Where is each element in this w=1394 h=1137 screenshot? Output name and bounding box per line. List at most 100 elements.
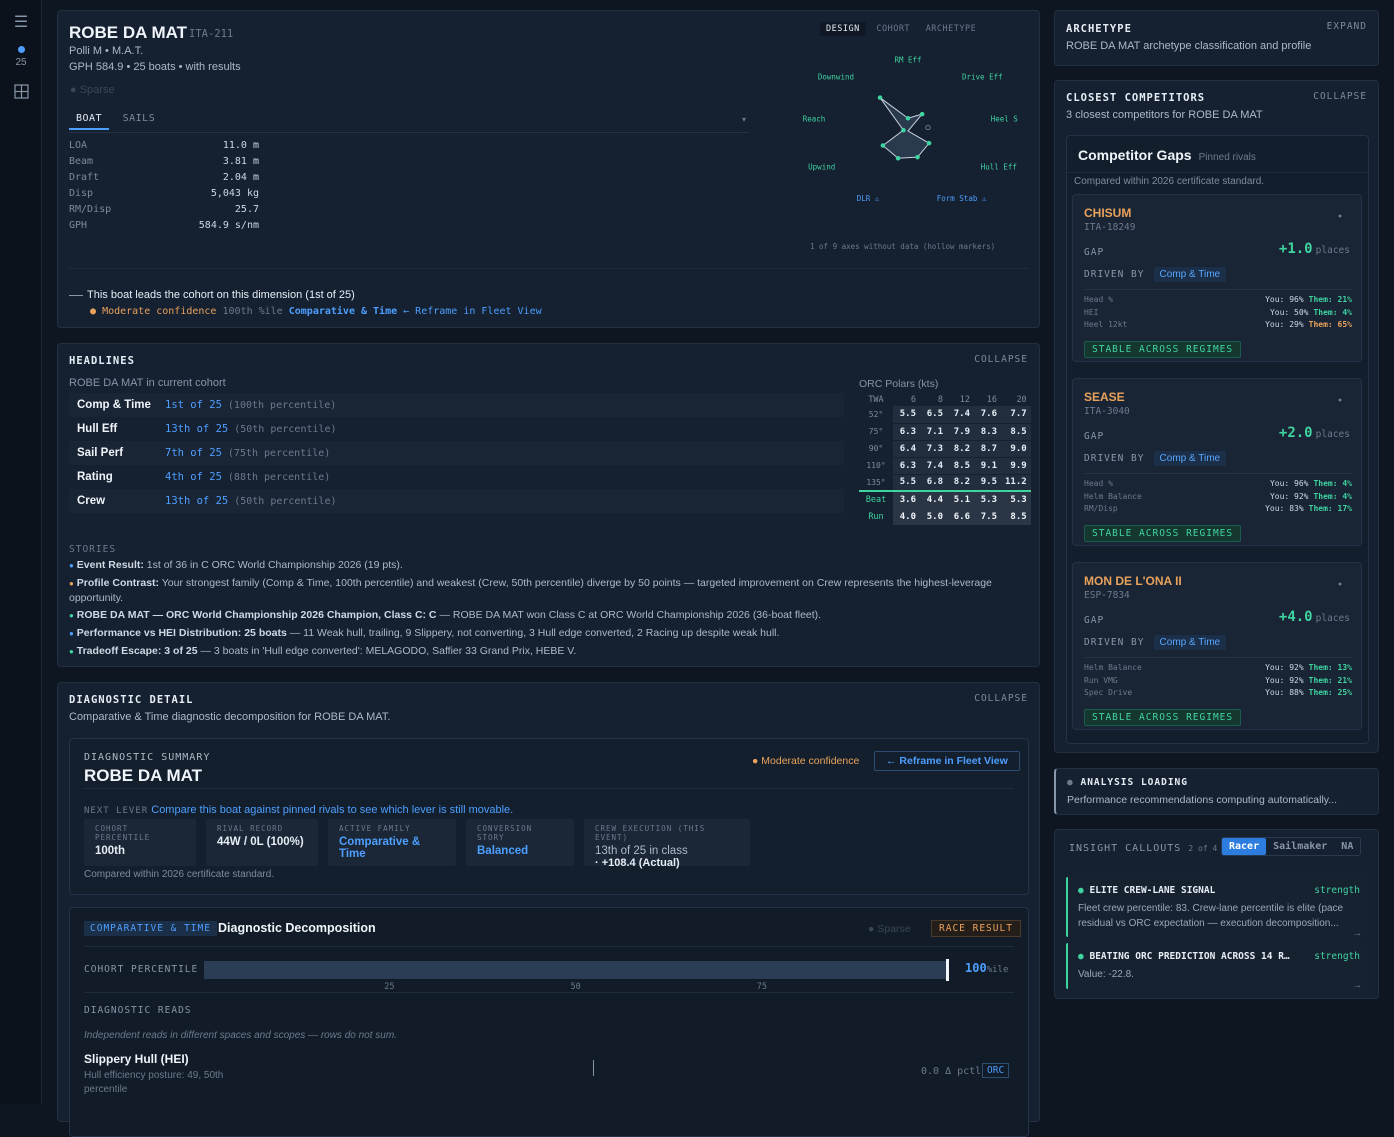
rival-metric-row: RM/Disp You: 83% Them: 17% (1084, 504, 1352, 513)
polars-cell: 8.5 (1001, 423, 1031, 441)
reads-note: Independent reads in different spaces an… (84, 1030, 397, 1041)
driven-by: DRIVEN BY Comp & Time (1084, 267, 1227, 282)
headline-row[interactable]: Hull Eff 13th of 25 (50th percentile) (69, 417, 844, 441)
pin-dot-icon[interactable]: ● (1338, 581, 1342, 588)
menu-icon[interactable]: ☰ (0, 12, 42, 32)
arrow-right-icon[interactable]: → (1352, 980, 1362, 991)
radar-axis-label: RM Eff (894, 56, 921, 65)
tab-archetype[interactable]: ARCHETYPE (921, 22, 982, 36)
driver-tag: Comp & Time (1153, 267, 1227, 282)
driven-by: DRIVEN BY Comp & Time (1084, 451, 1227, 466)
lead-text: This boat leads the cohort on this dimen… (87, 289, 355, 301)
rival-card[interactable]: MON DE L'ONA II ESP-7834 ● GAP +4.0 plac… (1072, 562, 1362, 730)
rival-divider (1084, 473, 1352, 474)
tab-cohort[interactable]: COHORT (871, 22, 915, 36)
story-bold: Profile Contrast: (76, 577, 160, 589)
polars-title: ORC Polars (kts) (859, 378, 939, 390)
story-item: ● Tradeoff Escape: 3 of 25 — 3 boats in … (69, 644, 1019, 659)
rival-sail: ESP-7834 (1084, 590, 1130, 601)
polars-extra-label: Beat (865, 495, 887, 505)
tab-boat[interactable]: BOAT (69, 113, 110, 130)
summary-confidence: ● Moderate confidence (752, 755, 860, 767)
analysis-title: ● ANALYSIS LOADING (1067, 777, 1188, 788)
polars-extra-cell: 7.5 (974, 508, 1001, 525)
decomposition-card: COMPARATIVE & TIME Diagnostic Decomposit… (69, 907, 1029, 1137)
stable-badge: STABLE ACROSS REGIMES (1084, 341, 1242, 358)
mode-racer[interactable]: Racer (1222, 838, 1267, 855)
insight-card[interactable]: ● BEATING ORC PREDICTION ACROSS 14 R… st… (1066, 943, 1368, 991)
lead-meta: ● Moderate confidence 100th %ile Compara… (90, 306, 542, 317)
driver-tag: Comp & Time (1153, 451, 1227, 466)
mode-sailmaker[interactable]: Sailmaker (1266, 838, 1334, 855)
headline-label: Rating (77, 471, 113, 483)
headlines-collapse-button[interactable]: COLLAPSE (974, 354, 1028, 365)
polars-cell: 6.3 (893, 457, 920, 475)
stories-list: ● Event Result: 1st of 36 in C ORC World… (69, 558, 1019, 662)
rival-card[interactable]: SEASE ITA-3040 ● GAP +2.0 places DRIVEN … (1072, 378, 1362, 546)
spec-value: 3.81 m (222, 155, 259, 167)
metric-them: Them: 4% (1313, 479, 1352, 488)
spec-tabs: BOAT SAILS (69, 113, 162, 130)
polars-extra-row: Beat 3.6 4.4 5.1 5.3 5.3 (859, 491, 1031, 508)
polars-row: 52° 5.5 6.5 7.4 7.6 7.7 (859, 406, 1031, 424)
spec-row: GPH 584.9 s/nm (69, 217, 259, 233)
cohort-track (204, 959, 949, 981)
pin-dot-icon[interactable]: ● (1338, 397, 1342, 404)
headline-row[interactable]: Comp & Time 1st of 25 (100th percentile) (69, 393, 844, 417)
story-bold: Performance vs HEI Distribution: 25 boat… (76, 627, 287, 639)
insight-card[interactable]: ● ELITE CREW-LANE SIGNAL strength Fleet … (1066, 877, 1368, 939)
polars-cell: 6.3 (893, 423, 920, 441)
insight-title: ● ELITE CREW-LANE SIGNAL (1078, 885, 1216, 896)
lead-line: This boat leads the cohort on this dimen… (69, 289, 355, 301)
rival-metric-row: Head % You: 96% Them: 21% (1084, 295, 1352, 304)
spec-value: 584.9 s/nm (198, 219, 259, 231)
next-lever-label: NEXT LEVER (84, 806, 149, 816)
story-item: ● Performance vs HEI Distribution: 25 bo… (69, 626, 1019, 641)
metric-you: You: 92% (1265, 663, 1304, 672)
boat-name: ROBE DA MAT (69, 23, 188, 42)
story-item: ● ROBE DA MAT — ORC World Championship 2… (69, 608, 1019, 623)
driver-tag: Comp & Time (1153, 635, 1227, 650)
arrow-right-icon[interactable]: → (1352, 928, 1362, 939)
diagnostic-collapse-button[interactable]: COLLAPSE (974, 693, 1028, 704)
grid-icon[interactable] (0, 84, 42, 102)
headline-row[interactable]: Sail Perf 7th of 25 (75th percentile) (69, 441, 844, 465)
radar-note: 1 of 9 axes without data (hollow markers… (810, 242, 996, 251)
insight-text: Value: -22.8. (1078, 969, 1134, 980)
rival-metric-row: Helm Balance You: 92% Them: 4% (1084, 492, 1352, 501)
polars-extra-cell: 4.4 (920, 491, 947, 508)
archetype-expand-button[interactable]: EXPAND (1327, 21, 1367, 32)
family-link[interactable]: Comparative & Time (289, 306, 397, 317)
gap-value: +4.0 (1278, 609, 1313, 625)
tab-sails[interactable]: SAILS (116, 113, 163, 128)
cohort-value-number: 100 (965, 961, 987, 975)
tab-design[interactable]: DESIGN (820, 22, 866, 36)
insight-kind: strength (1314, 885, 1360, 896)
gap-unit: places (1315, 245, 1350, 256)
metric-key: RM/Disp (1084, 504, 1118, 513)
spec-label: Beam (69, 155, 94, 167)
gaps-note: Compared within 2026 certificate standar… (1074, 176, 1265, 187)
competitors-collapse-button[interactable]: COLLAPSE (1313, 91, 1367, 102)
decomp-title: Diagnostic Decomposition (218, 921, 376, 935)
polars-extra-cell: 8.5 (1001, 508, 1031, 525)
story-text: — 3 boats in 'Hull edge converted': MELA… (197, 645, 577, 657)
polars-cell: 7.1 (920, 423, 947, 441)
cohort-tick: 25 (384, 982, 395, 992)
rival-card[interactable]: CHISUM ITA-18249 ● GAP +1.0 places DRIVE… (1072, 194, 1362, 362)
spec-label: Draft (69, 171, 100, 183)
pin-dot-icon[interactable]: ● (1338, 213, 1342, 220)
polars-cell: 11.2 (1001, 474, 1031, 492)
mode-na[interactable]: NA (1334, 838, 1360, 855)
chevron-down-icon[interactable]: ▾ (742, 115, 746, 124)
summary-reframe-button[interactable]: ← Reframe in Fleet View (874, 751, 1020, 771)
cohort-count: 25 (15, 57, 27, 68)
gaps-header: Competitor Gaps Pinned rivals (1078, 147, 1256, 163)
reframe-link[interactable]: ← Reframe in Fleet View (403, 306, 541, 317)
headline-row[interactable]: Crew 13th of 25 (50th percentile) (69, 489, 844, 513)
metric-them: Them: 21% (1308, 295, 1352, 304)
metric-them: Them: 4% (1313, 491, 1352, 501)
headline-row[interactable]: Rating 4th of 25 (88th percentile) (69, 465, 844, 489)
next-lever-link[interactable]: Compare this boat against pinned rivals … (151, 804, 513, 816)
polars-cell: 7.6 (974, 406, 1001, 424)
